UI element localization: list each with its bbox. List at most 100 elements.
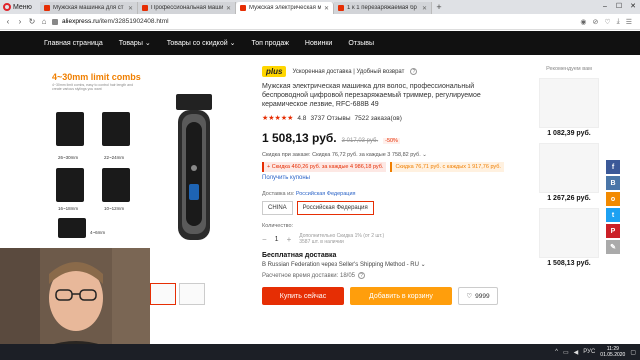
back-icon[interactable]: ‹ <box>4 17 12 26</box>
browser-menu-button[interactable]: Меню <box>0 0 40 14</box>
twitter-icon[interactable]: t <box>606 208 620 222</box>
maximize-icon[interactable]: ☐ <box>612 0 626 14</box>
get-coupons-link[interactable]: Получить купоны <box>262 175 522 181</box>
comb-image <box>102 168 130 202</box>
recommended-price: 1 082,39 руб. <box>547 130 591 137</box>
thumbnail[interactable] <box>179 283 205 305</box>
free-shipping: Бесплатная доставка <box>262 252 337 259</box>
option-china[interactable]: CHINA <box>262 201 293 215</box>
browser-tab-active[interactable]: Мужская электрическая м ✕ <box>236 2 334 14</box>
nav-products[interactable]: Товары ⌄ <box>119 39 151 47</box>
home-icon[interactable]: ⌂ <box>40 17 48 26</box>
rating-row: ★★★★★ 4.8 3737 Отзывы 7522 заказа(ов) <box>262 114 522 123</box>
close-tab-icon[interactable]: ✕ <box>226 5 231 12</box>
clipper-image <box>176 94 212 240</box>
order-discount[interactable]: Скидка при заказе: Скидка 76,72 руб. за … <box>262 152 522 158</box>
nav-home[interactable]: Главная страница <box>44 40 103 47</box>
reload-icon[interactable]: ↻ <box>28 17 36 26</box>
url-field[interactable]: aliexpress.ru/item/32851902408.html <box>62 18 169 25</box>
current-price: 1 508,13 руб. <box>262 131 337 145</box>
option-russia[interactable]: Российская Федерация <box>296 201 374 215</box>
gallery-thumbnails <box>150 283 205 305</box>
add-to-cart-button[interactable]: Добавить в корзину <box>350 287 452 305</box>
quantity-stepper: − 1 + Дополнительно Скидка 1% (от 2 шт.)… <box>262 233 522 245</box>
camera-icon[interactable]: ◉ <box>580 18 586 26</box>
recommended-price: 1 508,13 руб. <box>547 260 591 267</box>
language-icon[interactable]: РУС <box>583 349 595 355</box>
coupon-2[interactable]: Скидка 76,71 руб. с каждых 1 917,76 руб. <box>390 162 504 172</box>
plus-delivery-row: plus Ускоренная доставка | Удобный возвр… <box>262 66 522 77</box>
plus-text: Ускоренная доставка | Удобный возврат <box>292 68 405 75</box>
wishlist-button[interactable]: ♡ 9999 <box>458 287 498 305</box>
increase-quantity-button[interactable]: + <box>287 235 292 244</box>
old-price: 3 017,03 руб. <box>341 138 379 144</box>
close-tab-icon[interactable]: ✕ <box>324 5 329 12</box>
social-share: f B o t P ✎ <box>606 160 620 254</box>
chevron-down-icon: ⌄ <box>144 40 151 47</box>
notifications-icon[interactable]: ▢ <box>630 349 636 356</box>
nav-reviews[interactable]: Отзывы <box>348 40 374 47</box>
tray-up-icon[interactable]: ^ <box>555 349 558 355</box>
download-icon[interactable]: ⤓ <box>617 18 620 26</box>
chevron-down-icon: ⌄ <box>229 40 236 47</box>
heart-icon: ♡ <box>466 293 473 300</box>
help-icon[interactable]: ? <box>358 272 366 279</box>
help-icon[interactable]: ? <box>410 68 418 75</box>
nav-discount-products[interactable]: Товары со скидкой ⌄ <box>167 39 236 47</box>
address-bar-tools: ◉ ⊘ ♡ ⤓ ☰ <box>580 18 640 26</box>
settings-icon[interactable]: ☰ <box>626 18 632 26</box>
nav-top-sales[interactable]: Топ продаж <box>251 40 288 47</box>
bookmark-heart-icon[interactable]: ♡ <box>604 18 610 26</box>
aliexpress-favicon-icon <box>338 5 344 11</box>
coupon-1[interactable]: + Скидка 460,26 руб. за каждые 4 986,18 … <box>262 162 387 172</box>
reviews-link[interactable]: 3737 Отзывы <box>310 115 350 122</box>
browser-tab[interactable]: 1 к 1 перезаряжаемая бр ✕ <box>334 2 432 14</box>
pinterest-icon[interactable]: P <box>606 224 620 238</box>
buy-now-button[interactable]: Купить сейчас <box>262 287 344 305</box>
product-title: Мужская электрическая машинка для волос,… <box>262 83 481 108</box>
decrease-quantity-button[interactable]: − <box>262 235 267 244</box>
forward-icon[interactable]: › <box>16 17 24 26</box>
vk-icon[interactable]: B <box>606 176 620 190</box>
comb-image <box>58 218 86 238</box>
thumbnail-selected[interactable] <box>150 283 176 305</box>
adblock-icon[interactable]: ⊘ <box>592 18 598 26</box>
quantity-note: Дополнительно Скидка 1% (от 2 шт.) 3587 … <box>299 233 385 245</box>
minimize-icon[interactable]: – <box>598 0 612 14</box>
coupons-row: + Скидка 460,26 руб. за каждые 4 986,18 … <box>262 162 522 172</box>
quantity-value[interactable]: 1 <box>275 236 279 243</box>
aliexpress-favicon-icon <box>44 5 50 11</box>
browser-tab[interactable]: Профессиональная маши ✕ <box>138 2 236 14</box>
quantity-label: Количество: <box>262 223 294 229</box>
close-tab-icon[interactable]: ✕ <box>128 5 133 12</box>
browser-tab[interactable]: Мужская машинка для ст ✕ <box>40 2 138 14</box>
facebook-icon[interactable]: f <box>606 160 620 174</box>
recommended-item-image[interactable] <box>539 78 599 128</box>
opera-logo-icon <box>3 3 11 11</box>
taskbar-clock[interactable]: 11:29 01.05.2020 <box>600 346 625 358</box>
new-tab-button[interactable]: + <box>432 2 446 12</box>
shipping-method[interactable]: В Russian Federation через Seller's Ship… <box>262 261 522 268</box>
rating-value: 4.8 <box>297 114 307 122</box>
chevron-down-icon: ⌄ <box>422 152 427 158</box>
volume-icon[interactable]: ◀ <box>574 349 579 356</box>
recommended-sidebar: Рекомендуем вам 1 082,39 руб. 1 267,26 р… <box>536 66 602 267</box>
combs-title: 4~30mm limit combs <box>52 72 141 82</box>
price-row: 1 508,13 руб. 3 017,03 руб. -50% <box>262 131 522 145</box>
chevron-down-icon: ⌄ <box>420 262 426 268</box>
close-tab-icon[interactable]: ✕ <box>422 5 427 12</box>
delivery-eta: Расчетное время доставки: 18/05 ? <box>262 272 522 279</box>
more-share-icon[interactable]: ✎ <box>606 240 620 254</box>
action-buttons: Купить сейчас Добавить в корзину ♡ 9999 <box>262 287 522 305</box>
recommended-item-image[interactable] <box>539 208 599 258</box>
gallery-main-image[interactable]: 4~30mm limit combs 4~30mm limit combs, e… <box>52 72 142 242</box>
comb-image <box>56 168 84 202</box>
rating-stars-icon: ★★★★★ <box>262 115 294 122</box>
odnoklassniki-icon[interactable]: o <box>606 192 620 206</box>
address-bar: ‹ › ↻ ⌂ aliexpress.ru/item/32851902408.h… <box>0 14 640 30</box>
nav-new[interactable]: Новинки <box>305 40 332 47</box>
lock-icon <box>52 18 58 25</box>
network-icon[interactable]: ▭ <box>563 349 569 356</box>
close-window-icon[interactable]: ✕ <box>626 0 640 14</box>
recommended-item-image[interactable] <box>539 143 599 193</box>
